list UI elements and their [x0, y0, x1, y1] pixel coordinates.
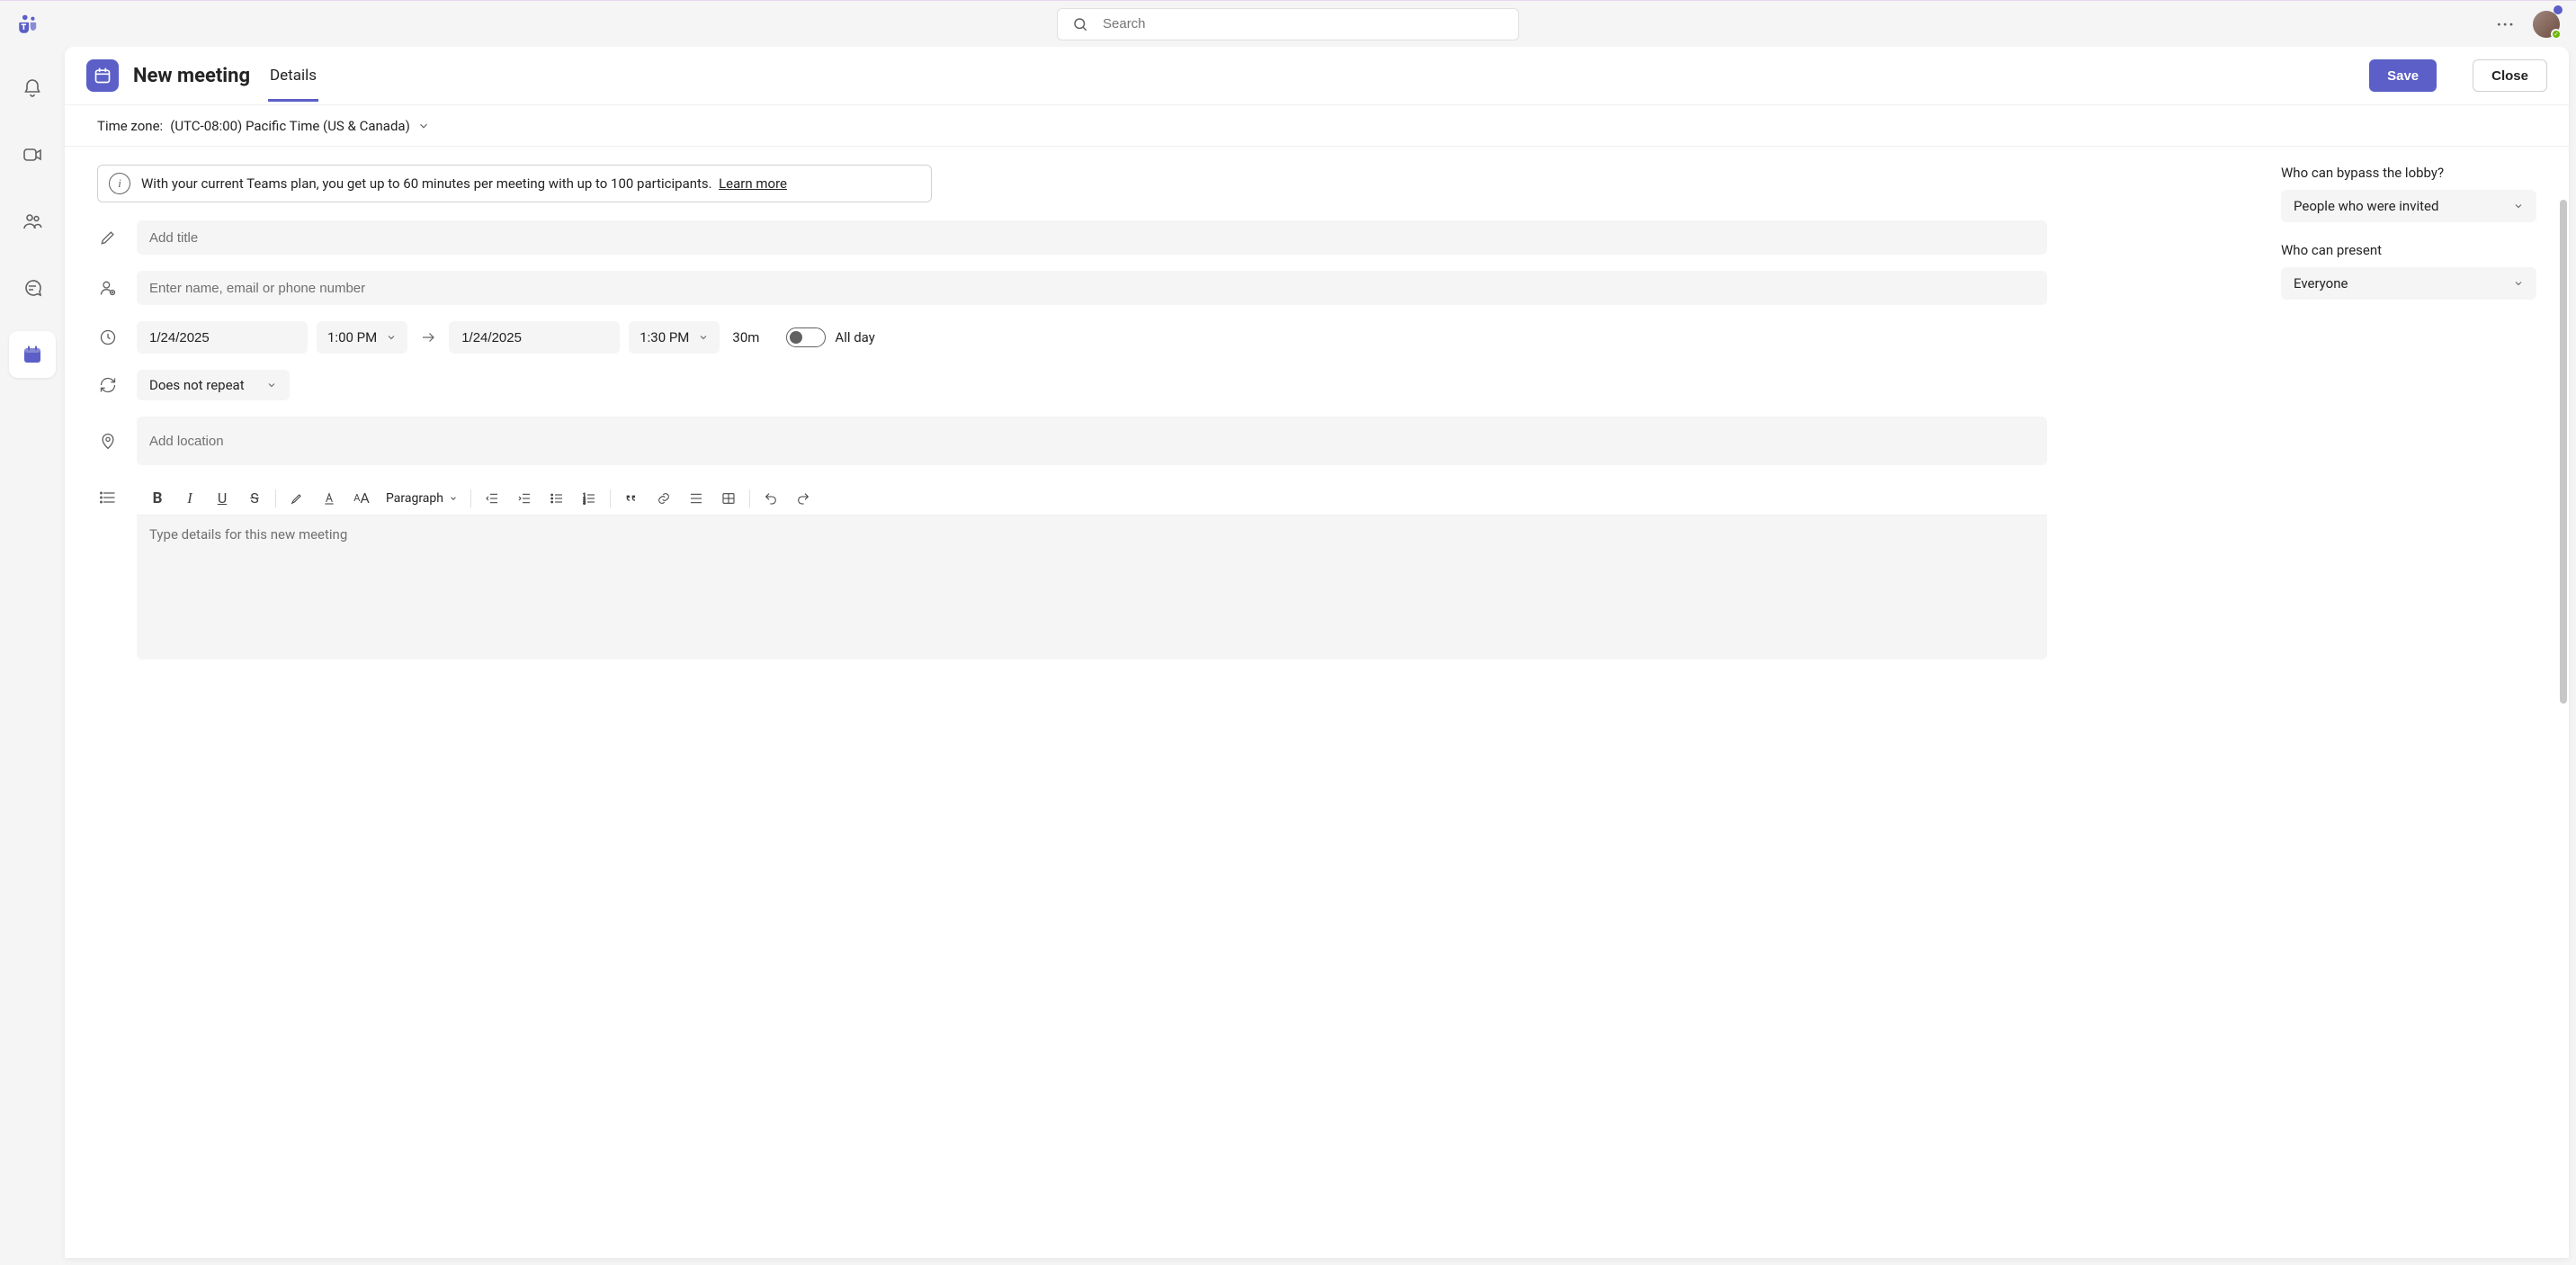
bullet-list-button[interactable] — [543, 485, 570, 512]
separator — [275, 489, 276, 507]
end-time-select[interactable]: 1:30 PM — [629, 321, 720, 354]
meet-tab[interactable] — [9, 131, 56, 178]
more-options-button[interactable]: ··· — [2496, 13, 2515, 35]
meeting-options: Who can bypass the lobby? People who wer… — [2272, 147, 2569, 1258]
chevron-down-icon — [386, 332, 397, 343]
timezone-value: (UTC-08:00) Pacific Time (US & Canada) — [170, 118, 410, 134]
community-tab[interactable] — [9, 198, 56, 245]
indent-button[interactable] — [511, 485, 538, 512]
start-date-input[interactable] — [137, 321, 308, 354]
divider-button[interactable] — [683, 485, 710, 512]
bypass-lobby-select[interactable]: People who were invited — [2281, 190, 2536, 222]
timezone-label: Time zone: — [97, 118, 163, 134]
search-icon — [1072, 16, 1088, 32]
repeat-icon — [97, 376, 119, 394]
svg-text:3: 3 — [583, 500, 586, 505]
arrow-right-icon — [416, 329, 440, 345]
richtext-toolbar: B I U S AA Paragraph — [137, 481, 2047, 516]
title-input[interactable] — [137, 220, 2047, 255]
activity-tab[interactable] — [9, 65, 56, 112]
tab-details[interactable]: Details — [268, 50, 318, 102]
add-attendee-icon — [97, 279, 119, 297]
table-button[interactable] — [715, 485, 742, 512]
undo-button[interactable] — [757, 485, 784, 512]
page-title: New meeting — [133, 65, 250, 87]
clock-icon — [97, 328, 119, 346]
app-rail — [0, 47, 65, 1265]
italic-button[interactable]: I — [176, 485, 203, 512]
separator — [610, 489, 611, 507]
meeting-form: i With your current Teams plan, you get … — [65, 147, 2272, 1258]
chevron-down-icon — [266, 380, 277, 390]
separator — [470, 489, 471, 507]
scrollbar[interactable] — [2560, 200, 2567, 704]
chevron-down-icon — [698, 332, 709, 343]
location-icon — [97, 432, 119, 450]
outdent-button[interactable] — [479, 485, 505, 512]
teams-logo-icon — [16, 13, 40, 36]
details-editor[interactable]: Type details for this new meeting — [137, 516, 2047, 659]
global-search[interactable] — [1057, 8, 1519, 40]
bypass-lobby-value: People who were invited — [2294, 198, 2438, 214]
chevron-down-icon — [2513, 201, 2524, 211]
bypass-lobby-label: Who can bypass the lobby? — [2281, 165, 2536, 181]
notification-dot-icon — [2554, 5, 2563, 14]
info-icon: i — [109, 173, 130, 194]
attendees-input[interactable] — [137, 271, 2047, 305]
all-day-label: All day — [835, 329, 874, 345]
chat-tab[interactable] — [9, 265, 56, 311]
panel-header: New meeting Details Save Close — [65, 47, 2569, 105]
strikethrough-button[interactable]: S — [241, 485, 268, 512]
who-can-present-select[interactable]: Everyone — [2281, 267, 2536, 300]
calendar-tab[interactable] — [9, 331, 56, 378]
chevron-down-icon — [417, 120, 430, 132]
banner-text: With your current Teams plan, you get up… — [141, 175, 712, 192]
redo-button[interactable] — [790, 485, 817, 512]
title-bar: ··· — [0, 0, 2576, 47]
pencil-icon — [97, 229, 119, 247]
numbered-list-button[interactable]: 123 — [576, 485, 603, 512]
font-color-button[interactable] — [316, 485, 343, 512]
plan-info-banner: i With your current Teams plan, you get … — [97, 165, 932, 202]
close-button[interactable]: Close — [2473, 59, 2547, 92]
highlight-button[interactable] — [283, 485, 310, 512]
end-time-value: 1:30 PM — [640, 329, 689, 345]
link-button[interactable] — [650, 485, 677, 512]
profile-button[interactable] — [2533, 11, 2560, 38]
calendar-icon — [86, 59, 119, 92]
font-size-button[interactable]: AA — [348, 485, 375, 512]
paragraph-style-select[interactable]: Paragraph — [380, 491, 463, 506]
all-day-toggle[interactable] — [786, 327, 826, 347]
who-can-present-label: Who can present — [2281, 242, 2536, 258]
start-time-select[interactable]: 1:00 PM — [317, 321, 407, 354]
separator — [749, 489, 750, 507]
bold-button[interactable]: B — [144, 485, 171, 512]
end-date-input[interactable] — [449, 321, 620, 354]
learn-more-link[interactable]: Learn more — [719, 175, 787, 192]
start-time-value: 1:00 PM — [327, 329, 377, 345]
quote-button[interactable] — [618, 485, 645, 512]
presence-available-icon — [2551, 29, 2562, 40]
who-can-present-value: Everyone — [2294, 275, 2348, 292]
recurrence-select[interactable]: Does not repeat — [137, 370, 290, 400]
timezone-row[interactable]: Time zone: (UTC-08:00) Pacific Time (US … — [65, 105, 2569, 147]
search-input[interactable] — [1103, 16, 1504, 31]
recurrence-value: Does not repeat — [149, 377, 245, 393]
save-button[interactable]: Save — [2369, 59, 2437, 92]
chevron-down-icon — [2513, 278, 2524, 289]
underline-button[interactable]: U — [209, 485, 236, 512]
description-icon — [97, 489, 119, 507]
location-input[interactable] — [137, 417, 2047, 465]
meeting-editor-panel: New meeting Details Save Close Time zone… — [65, 47, 2569, 1258]
duration-text: 30m — [729, 329, 763, 345]
